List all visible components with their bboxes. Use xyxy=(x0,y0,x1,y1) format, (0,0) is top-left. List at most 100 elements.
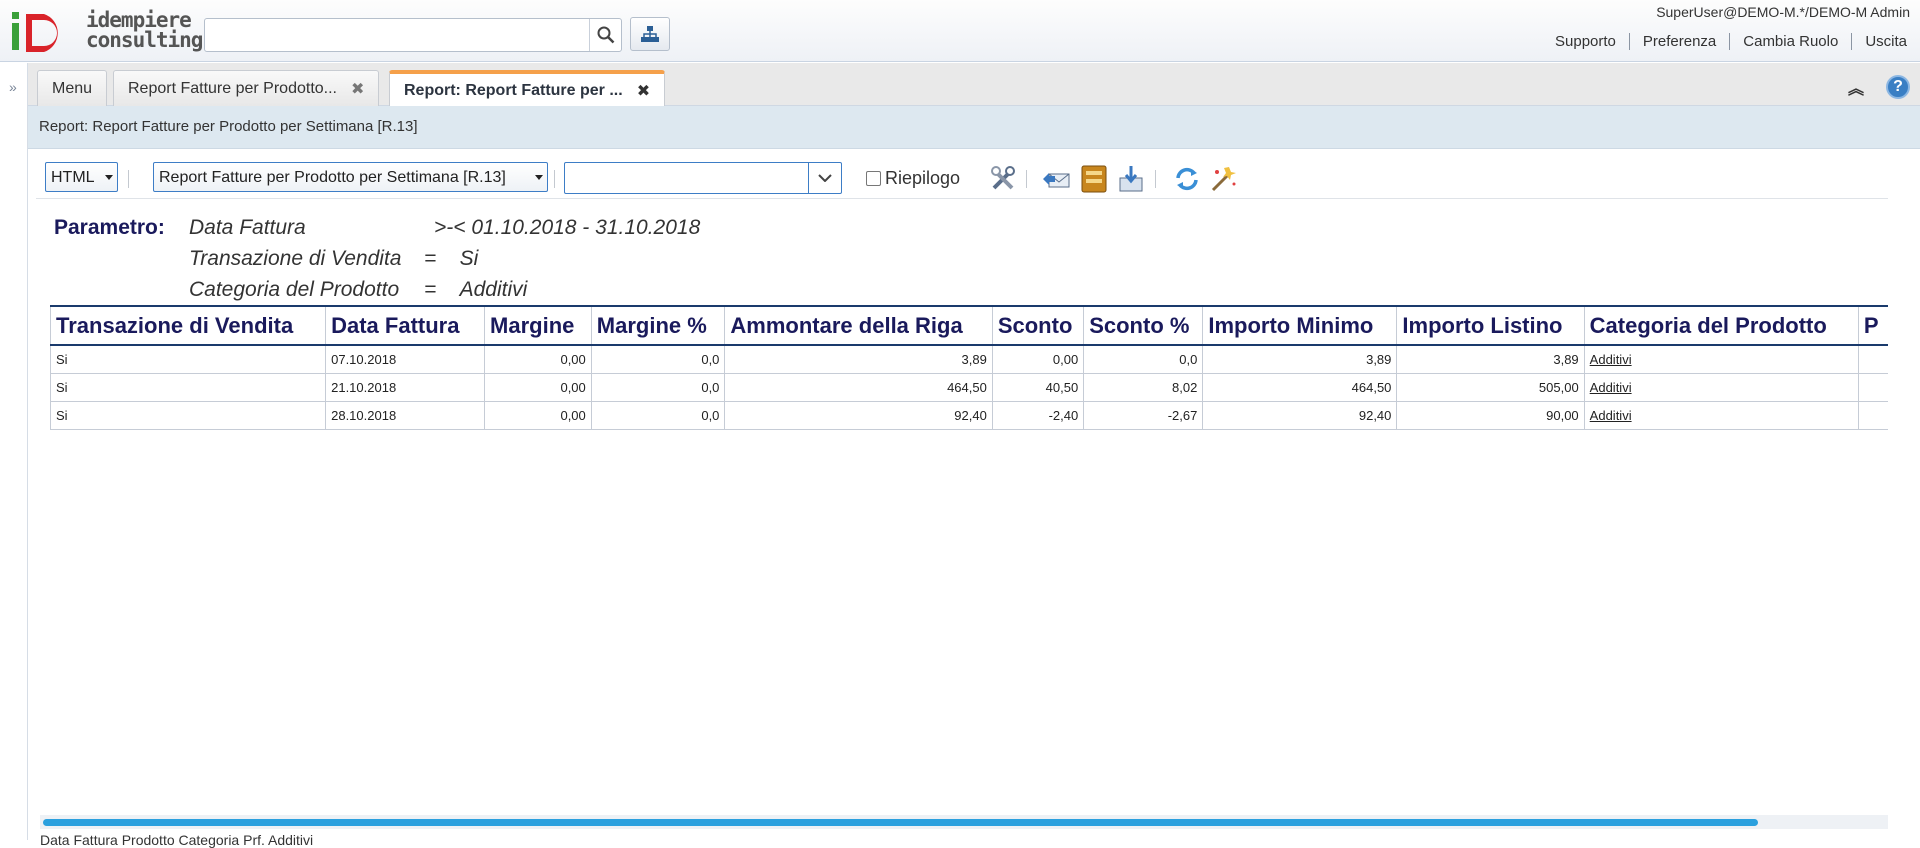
menu-tree-button[interactable] xyxy=(630,17,670,51)
toolbar-divider xyxy=(1026,170,1027,188)
tab-label: Report Fatture per Prodotto... xyxy=(128,79,337,97)
table-cell: 505,00 xyxy=(1396,373,1585,402)
logo-text: idempiere consulting xyxy=(86,8,203,52)
table-cell: Si xyxy=(50,373,326,402)
horizontal-scrollbar[interactable] xyxy=(40,815,1888,829)
table-cell: 464,50 xyxy=(1202,373,1397,402)
table-cell: 40,50 xyxy=(991,373,1084,402)
table-cell: Additivi xyxy=(1583,345,1859,374)
column-header[interactable]: Data Fattura xyxy=(325,305,485,346)
idempiere-logo[interactable]: idempiere consulting xyxy=(10,6,203,60)
report-select[interactable]: Report Fatture per Prodotto per Settiman… xyxy=(153,162,548,192)
logo-mark-icon xyxy=(12,12,58,52)
category-link[interactable]: Additivi xyxy=(1590,380,1632,395)
param-operator: = xyxy=(424,278,437,301)
preferences-link[interactable]: Preferenza xyxy=(1628,33,1729,50)
category-link[interactable]: Additivi xyxy=(1590,408,1632,423)
close-icon[interactable]: ✖ xyxy=(351,79,364,99)
report-title-bar: Report: Report Fatture per Prodotto per … xyxy=(28,106,1920,149)
table-cell: 28.10.2018 xyxy=(325,401,485,430)
table-cell xyxy=(1857,401,1888,430)
global-search-input[interactable] xyxy=(204,18,622,52)
tab-report-window[interactable]: Report Fatture per Prodotto... ✖ xyxy=(113,70,380,106)
print-format-combo[interactable] xyxy=(564,162,842,194)
column-header[interactable]: Sconto % xyxy=(1083,305,1203,346)
column-header[interactable]: P xyxy=(1857,305,1888,346)
window-tabs: Menu Report Fatture per Prodotto... ✖ Rep… xyxy=(28,63,1920,107)
tab-menu[interactable]: Menu xyxy=(37,70,108,106)
scrollbar-thumb[interactable] xyxy=(43,819,1758,826)
toolbar-divider xyxy=(554,170,555,188)
table-row: Si 28.10.2018 0,00 0,0 92,40 -2,40 -2,67… xyxy=(50,401,1888,430)
chevron-down-icon[interactable] xyxy=(808,163,841,193)
wizard-icon[interactable] xyxy=(1209,164,1239,194)
help-icon[interactable]: ? xyxy=(1886,75,1910,99)
table-cell: 0,00 xyxy=(484,401,592,430)
logout-link[interactable]: Uscita xyxy=(1851,33,1920,50)
column-header[interactable]: Ammontare della Riga xyxy=(724,305,993,346)
summary-checkbox[interactable]: Riepilogo xyxy=(866,168,960,189)
table-cell: 92,40 xyxy=(1202,401,1397,430)
west-panel: » xyxy=(0,63,28,840)
category-link[interactable]: Additivi xyxy=(1590,352,1632,367)
report-title: Report: Report Fatture per Prodotto per … xyxy=(39,118,418,135)
table-cell: 0,00 xyxy=(991,345,1084,374)
param-value: 01.10.2018 - 31.10.2018 xyxy=(471,216,701,239)
column-header[interactable]: Importo Listino xyxy=(1396,305,1585,346)
table-cell: Additivi xyxy=(1583,401,1859,430)
table-cell: 0,0 xyxy=(590,345,725,374)
checkbox-box[interactable] xyxy=(866,171,881,186)
collapse-up-icon[interactable]: ︽ xyxy=(1848,75,1864,99)
param-row: Categoria del Prodotto = Additivi xyxy=(189,274,527,305)
table-cell: 92,40 xyxy=(724,401,993,430)
table-cell: Si xyxy=(50,345,326,374)
column-header[interactable]: Margine xyxy=(484,305,592,346)
change-role-link[interactable]: Cambia Ruolo xyxy=(1729,33,1851,50)
param-value: Additivi xyxy=(459,278,528,301)
expand-panel-icon[interactable]: » xyxy=(9,79,17,95)
param-name: Categoria del Prodotto xyxy=(189,278,400,301)
table-cell: Si xyxy=(50,401,326,430)
close-icon[interactable]: ✖ xyxy=(637,81,650,101)
chevron-down-icon xyxy=(535,175,543,180)
refresh-icon[interactable] xyxy=(1172,164,1202,194)
table-row: Si 21.10.2018 0,00 0,0 464,50 40,50 8,02… xyxy=(50,373,1888,402)
table-header-row: Transazione di Vendita Data Fattura Marg… xyxy=(50,305,1888,346)
table-cell: 0,0 xyxy=(590,373,725,402)
param-operator: >-< xyxy=(434,216,466,239)
report-table: Transazione di Vendita Data Fattura Marg… xyxy=(50,305,1888,430)
export-icon[interactable] xyxy=(1116,164,1146,194)
table-cell: 0,0 xyxy=(590,401,725,430)
app-header: idempiere consulting SuperUser@DEMO-M.*/… xyxy=(0,0,1920,62)
tab-report-viewer[interactable]: Report: Report Fatture per ... ✖ xyxy=(389,70,666,107)
param-row: Data Fattura >-< 01.10.2018 - 31.10.2018 xyxy=(189,212,700,243)
search-icon[interactable] xyxy=(589,19,621,51)
tab-label: Report: Report Fatture per ... xyxy=(404,81,623,99)
column-header[interactable]: Sconto xyxy=(991,305,1084,346)
table-cell: Additivi xyxy=(1583,373,1859,402)
send-mail-icon[interactable] xyxy=(1041,164,1071,194)
column-header[interactable]: Margine % xyxy=(590,305,725,346)
table-cell: -2,40 xyxy=(991,401,1084,430)
param-operator: = xyxy=(424,247,437,270)
archive-icon[interactable] xyxy=(1079,164,1109,194)
table-cell: 3,89 xyxy=(1396,345,1585,374)
column-header[interactable]: Transazione di Vendita xyxy=(50,305,326,346)
sitemap-icon xyxy=(641,26,659,42)
table-row: Si 07.10.2018 0,00 0,0 3,89 0,00 0,0 3,8… xyxy=(50,345,1888,374)
header-links: Supporto Preferenza Cambia Ruolo Uscita xyxy=(1542,33,1920,50)
table-cell: 0,00 xyxy=(484,345,592,374)
chevron-down-icon xyxy=(105,175,113,180)
table-cell: -2,67 xyxy=(1083,401,1203,430)
table-cell: 90,00 xyxy=(1396,401,1585,430)
param-row: Transazione di Vendita = Si xyxy=(189,243,478,274)
column-header[interactable]: Importo Minimo xyxy=(1202,305,1397,346)
support-link[interactable]: Supporto xyxy=(1542,33,1629,50)
tab-label: Menu xyxy=(52,79,93,97)
format-select[interactable]: HTML xyxy=(45,162,118,192)
summary-label: Riepilogo xyxy=(885,168,961,188)
parameters-label: Parametro: xyxy=(54,216,165,239)
table-cell: 3,89 xyxy=(1202,345,1397,374)
customize-tools-icon[interactable] xyxy=(988,164,1018,194)
column-header[interactable]: Categoria del Prodotto xyxy=(1583,305,1859,346)
